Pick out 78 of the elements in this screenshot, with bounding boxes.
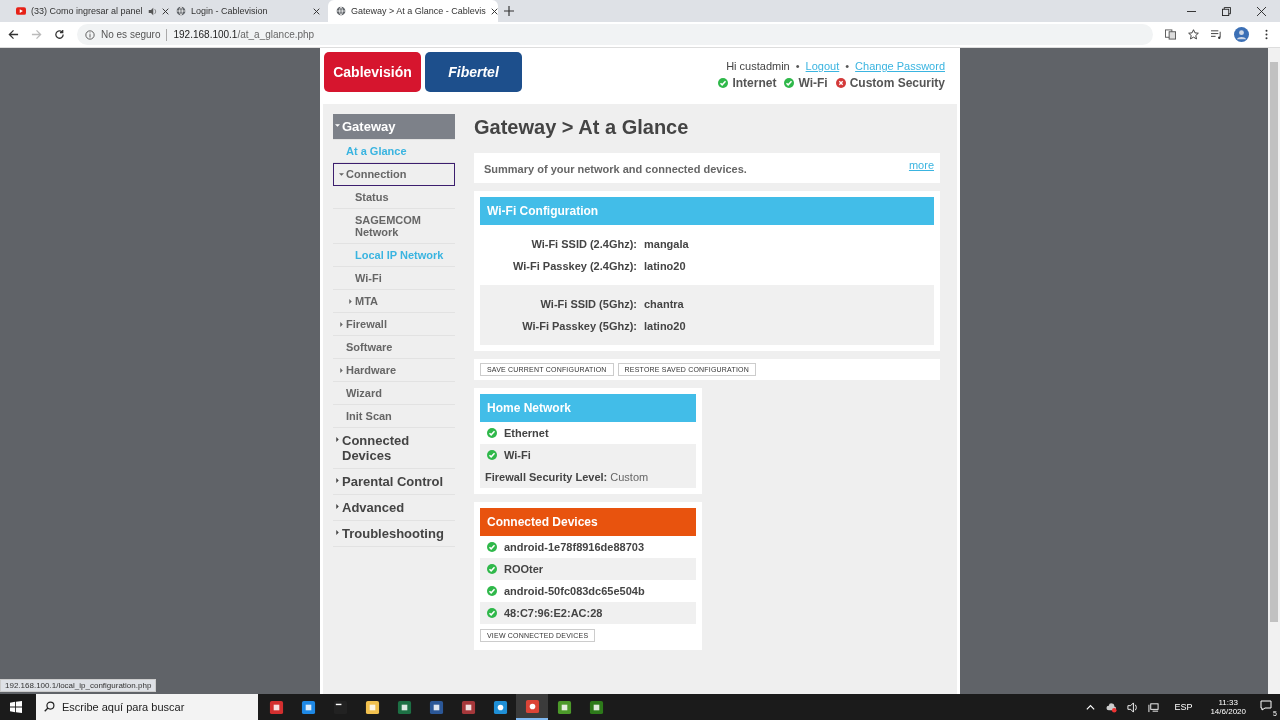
nav-item[interactable]: Parental Control xyxy=(333,469,455,495)
field-label: Wi-Fi SSID (5Ghz): xyxy=(539,298,637,310)
nav-item[interactable]: Init Scan xyxy=(333,405,455,428)
globe-icon xyxy=(336,6,346,16)
video-icon xyxy=(16,6,26,16)
field-value: chantra xyxy=(644,298,684,310)
back-icon[interactable] xyxy=(8,29,19,40)
field-value: latino20 xyxy=(644,260,686,272)
device-name: android-50fc083dc65e504b xyxy=(504,585,645,597)
link-preview: 192.168.100.1/local_ip_configuration.php xyxy=(0,679,157,692)
message-icon xyxy=(1260,700,1272,712)
nav-item[interactable]: Status xyxy=(333,186,455,209)
search-field[interactable]: Escribe aquí para buscar xyxy=(36,694,258,720)
nav-item[interactable]: Wi-Fi xyxy=(333,267,455,290)
field-value: latino20 xyxy=(644,320,686,332)
field-label: Wi-Fi Passkey (2.4Ghz): xyxy=(512,260,637,272)
section-header: Wi-Fi Configuration xyxy=(480,197,934,225)
close-icon[interactable] xyxy=(490,7,498,15)
info-icon xyxy=(85,29,95,40)
start-icon[interactable] xyxy=(10,701,22,713)
status-label: Wi-Fi xyxy=(798,76,828,90)
network-item: Wi-Fi xyxy=(504,449,531,461)
avatar-icon[interactable] xyxy=(1234,27,1249,42)
nav-item[interactable]: Firewall xyxy=(333,313,455,336)
status-label: Internet xyxy=(732,76,777,90)
device-name: 48:C7:96:E2:AC:28 xyxy=(504,607,603,619)
separator-dot: • xyxy=(845,60,850,72)
summary-text: Summary of your network and connected devices. xyxy=(484,163,747,175)
nav-item[interactable]: Hardware xyxy=(333,359,455,382)
status-label: Custom Security xyxy=(849,76,945,90)
greeting-text: Hi custadmin xyxy=(726,60,790,72)
close-icon[interactable] xyxy=(161,7,169,15)
nav-item[interactable]: Connected Devices xyxy=(333,428,455,469)
speaker-icon[interactable] xyxy=(147,6,157,16)
brand-logo: Cablevisión xyxy=(324,52,421,92)
clock-time[interactable]: 11:33 xyxy=(1218,698,1238,707)
separator-dot: • xyxy=(795,60,800,72)
nav-item[interactable]: Advanced xyxy=(333,495,455,521)
field-label: Wi-Fi Passkey (5Ghz): xyxy=(521,320,637,332)
taskbar-app[interactable] xyxy=(516,694,548,720)
nav-item[interactable]: Software xyxy=(333,336,455,359)
field-label: Wi-Fi SSID (2.4Ghz): xyxy=(530,238,637,250)
reload-icon[interactable] xyxy=(54,29,65,40)
device-name: ROOter xyxy=(504,563,544,575)
star-icon[interactable] xyxy=(1188,29,1199,40)
device-name: android-1e78f8916de88703 xyxy=(504,541,645,553)
clock-date[interactable]: 14/6/2020 xyxy=(1210,707,1246,716)
network-icon[interactable] xyxy=(1148,701,1160,713)
cloud-icon[interactable] xyxy=(1106,701,1118,713)
globe-icon xyxy=(176,6,186,16)
search-icon xyxy=(44,701,55,712)
browser-tab[interactable]: Gateway > At a Glance - Cablevis xyxy=(328,0,498,22)
nav-item[interactable]: MTA xyxy=(333,290,455,313)
restore-icon[interactable] xyxy=(1222,7,1231,16)
browser-tab[interactable]: Login - Cablevision xyxy=(168,0,328,22)
close-icon[interactable] xyxy=(313,7,320,15)
nav-item[interactable]: Wizard xyxy=(333,382,455,405)
field-value: mangala xyxy=(644,238,689,250)
page-title: Gateway > At a Glance xyxy=(474,116,690,139)
network-item: Ethernet xyxy=(504,427,549,439)
scrollbar[interactable] xyxy=(1268,48,1280,694)
nav-item[interactable]: Gateway xyxy=(333,114,455,140)
firewall-label: Firewall Security Level: xyxy=(485,471,608,483)
address-bar[interactable]: No es seguro 192.168.100.1/at_a_glance.php xyxy=(77,24,1153,45)
section-header: Connected Devices xyxy=(480,508,696,536)
close-icon[interactable] xyxy=(1257,7,1266,16)
nav-item[interactable]: Connection xyxy=(333,163,455,186)
language-indicator[interactable]: ESP xyxy=(1174,702,1193,712)
nav-item[interactable]: SAGEMCOM Network xyxy=(333,209,455,244)
media-icon[interactable] xyxy=(1211,29,1222,40)
speaker-icon[interactable] xyxy=(1127,701,1139,713)
firewall-value: Custom xyxy=(610,471,649,483)
translate-icon[interactable] xyxy=(1165,29,1176,40)
nav-item[interactable]: Troubleshooting xyxy=(333,521,455,547)
section-header: Home Network xyxy=(480,394,696,422)
new-tab-icon[interactable] xyxy=(504,6,514,16)
browser-tab[interactable]: (33) Como ingresar al panel xyxy=(8,0,168,22)
brand-logo: Fibertel xyxy=(425,52,522,92)
